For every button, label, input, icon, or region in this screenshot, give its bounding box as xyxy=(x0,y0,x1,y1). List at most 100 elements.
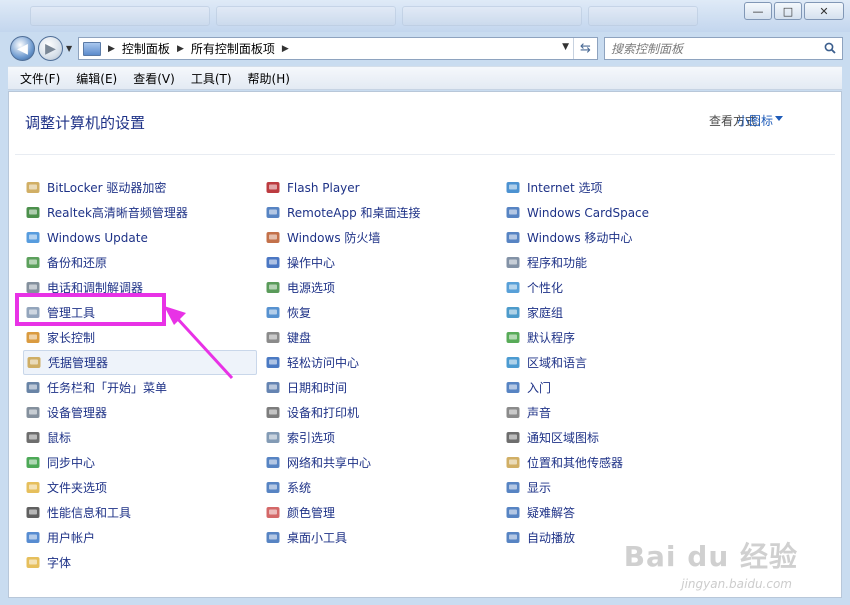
address-bar[interactable]: ▶ 控制面板 ▶ 所有控制面板项 ▶ ▼ ⇆ xyxy=(78,37,598,60)
back-button[interactable]: ◀ xyxy=(10,36,35,61)
keyboard-icon xyxy=(265,330,281,346)
control-panel-item[interactable]: 日期和时间 xyxy=(263,375,503,400)
menu-help[interactable]: 帮助(H) xyxy=(240,68,298,89)
control-panel-item-label: 索引选项 xyxy=(287,431,336,445)
chevron-right-icon[interactable]: ▶ xyxy=(282,44,289,54)
ease-of-access-icon xyxy=(265,355,281,371)
background-tab xyxy=(30,6,210,26)
minimize-button[interactable]: — xyxy=(744,2,772,20)
control-panel-item[interactable]: Realtek高清晰音频管理器 xyxy=(23,200,263,225)
control-panel-item[interactable]: 索引选项 xyxy=(263,425,503,450)
control-panel-item-label: Internet 选项 xyxy=(527,181,603,195)
address-dropdown-icon[interactable]: ▼ xyxy=(562,42,569,52)
location-sensors-icon xyxy=(505,455,521,471)
troubleshooting-icon xyxy=(505,505,521,521)
bitlocker-icon xyxy=(25,180,41,196)
user-accounts-icon xyxy=(25,530,41,546)
control-panel-item-label: 系统 xyxy=(287,481,312,495)
control-panel-item[interactable]: 声音 xyxy=(503,400,743,425)
highlight-box xyxy=(15,293,166,326)
menu-file[interactable]: 文件(F) xyxy=(12,68,68,89)
control-panel-item-label: 自动播放 xyxy=(527,531,576,545)
mobility-center-icon xyxy=(505,230,521,246)
control-panel-item[interactable]: 位置和其他传感器 xyxy=(503,450,743,475)
control-panel-item[interactable]: 任务栏和「开始」菜单 xyxy=(23,375,263,400)
control-panel-item[interactable]: 凭据管理器 xyxy=(23,350,257,375)
caret-down-icon[interactable] xyxy=(775,116,783,121)
control-panel-item[interactable]: 区域和语言 xyxy=(503,350,743,375)
control-panel-item[interactable]: 轻松访问中心 xyxy=(263,350,503,375)
control-panel-item-label: 入门 xyxy=(527,381,552,395)
control-panel-item[interactable]: Windows 移动中心 xyxy=(503,225,743,250)
close-button[interactable]: ✕ xyxy=(804,2,844,20)
background-tab xyxy=(588,6,698,26)
breadcrumb-control-panel[interactable]: 控制面板 xyxy=(122,40,170,57)
breadcrumb-all-items[interactable]: 所有控制面板项 xyxy=(191,40,275,57)
control-panel-item[interactable]: 操作中心 xyxy=(263,250,503,275)
control-panel-item[interactable]: Windows CardSpace xyxy=(503,200,743,225)
navigation-bar: ◀ ▶ ▼ ▶ 控制面板 ▶ 所有控制面板项 ▶ ▼ ⇆ xyxy=(0,32,850,64)
control-panel-item[interactable]: 鼠标 xyxy=(23,425,263,450)
control-panel-item[interactable]: 文件夹选项 xyxy=(23,475,263,500)
control-panel-item[interactable]: 家庭组 xyxy=(503,300,743,325)
windows-update-icon xyxy=(25,230,41,246)
control-panel-item-label: Windows Update xyxy=(47,230,148,245)
control-panel-item[interactable]: 显示 xyxy=(503,475,743,500)
control-panel-item[interactable]: 家长控制 xyxy=(23,325,263,350)
control-panel-item[interactable]: 键盘 xyxy=(263,325,503,350)
control-panel-item-label: Windows 防火墙 xyxy=(287,231,381,245)
control-panel-item[interactable]: 恢复 xyxy=(263,300,503,325)
forward-button[interactable]: ▶ xyxy=(38,36,63,61)
control-panel-item[interactable]: 设备和打印机 xyxy=(263,400,503,425)
control-panel-item-label: 文件夹选项 xyxy=(47,481,108,495)
chevron-right-icon[interactable]: ▶ xyxy=(177,44,184,54)
search-icon[interactable] xyxy=(824,42,836,54)
recent-pages-dropdown[interactable]: ▼ xyxy=(66,44,72,53)
control-panel-item[interactable]: 个性化 xyxy=(503,275,743,300)
control-panel-item[interactable]: 通知区域图标 xyxy=(503,425,743,450)
control-panel-item-label: 字体 xyxy=(47,556,72,570)
maximize-button[interactable]: □ xyxy=(774,2,802,20)
backup-icon xyxy=(25,255,41,271)
control-panel-item-label: Windows CardSpace xyxy=(527,205,650,220)
control-panel-item[interactable]: 电源选项 xyxy=(263,275,503,300)
control-panel-item[interactable]: 性能信息和工具 xyxy=(23,500,263,525)
menu-view[interactable]: 查看(V) xyxy=(125,68,183,89)
desktop-gadgets-icon xyxy=(265,530,281,546)
control-panel-item-label: 键盘 xyxy=(287,331,312,345)
folder-options-icon xyxy=(25,480,41,496)
control-panel-item[interactable]: 入门 xyxy=(503,375,743,400)
control-panel-item[interactable]: Flash Player xyxy=(263,175,503,200)
control-panel-item[interactable]: 备份和还原 xyxy=(23,250,263,275)
search-input[interactable] xyxy=(611,41,811,56)
control-panel-item[interactable]: Windows Update xyxy=(23,225,263,250)
control-panel-item[interactable]: 字体 xyxy=(23,550,263,575)
control-panel-item[interactable]: 设备管理器 xyxy=(23,400,263,425)
view-by-dropdown[interactable]: 小图标 xyxy=(737,112,773,129)
refresh-icon[interactable]: ⇆ xyxy=(573,38,597,59)
region-language-icon xyxy=(505,355,521,371)
menu-tools[interactable]: 工具(T) xyxy=(183,68,240,89)
watermark-logo: Bai du 经验 xyxy=(623,540,798,573)
control-panel-item[interactable]: 用户帐户 xyxy=(23,525,263,550)
control-panel-item[interactable]: Internet 选项 xyxy=(503,175,743,200)
mouse-icon xyxy=(25,430,41,446)
control-panel-item-label: 默认程序 xyxy=(527,331,576,345)
control-panel-item[interactable]: 网络和共享中心 xyxy=(263,450,503,475)
control-panel-item[interactable]: 颜色管理 xyxy=(263,500,503,525)
search-box[interactable] xyxy=(604,37,843,60)
items-column-2: Flash Player RemoteApp 和桌面连接 Windows 防火墙操作… xyxy=(263,175,503,550)
control-panel-item[interactable]: 默认程序 xyxy=(503,325,743,350)
control-panel-item[interactable]: 桌面小工具 xyxy=(263,525,503,550)
control-panel-item-label: 凭据管理器 xyxy=(48,356,109,370)
control-panel-item[interactable]: 同步中心 xyxy=(23,450,263,475)
control-panel-item[interactable]: BitLocker 驱动器加密 xyxy=(23,175,263,200)
control-panel-item[interactable]: 系统 xyxy=(263,475,503,500)
chevron-right-icon[interactable]: ▶ xyxy=(108,44,115,54)
menu-edit[interactable]: 编辑(E) xyxy=(68,68,125,89)
control-panel-item[interactable]: 程序和功能 xyxy=(503,250,743,275)
background-tab xyxy=(402,6,582,26)
control-panel-item[interactable]: Windows 防火墙 xyxy=(263,225,503,250)
control-panel-item[interactable]: RemoteApp 和桌面连接 xyxy=(263,200,503,225)
control-panel-item[interactable]: 疑难解答 xyxy=(503,500,743,525)
